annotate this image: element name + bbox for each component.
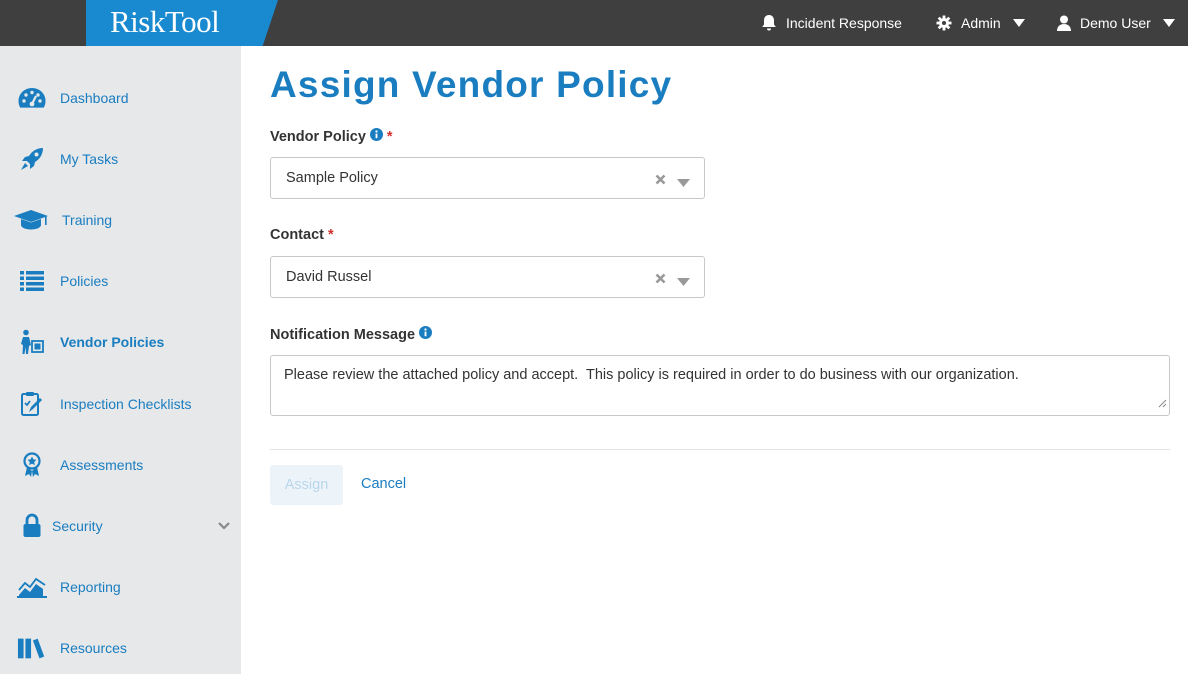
page-title: Assign Vendor Policy (270, 64, 673, 105)
chevron-down-icon[interactable] (218, 517, 230, 535)
sidebar-item-label: Assessments (60, 456, 144, 473)
sidebar-item-label: Dashboard (60, 89, 129, 106)
notification-message-value: Please review the attached policy and ac… (284, 367, 1019, 383)
admin-menu[interactable]: Admin (936, 0, 1025, 46)
notification-message-label-text: Notification Message (270, 326, 416, 343)
vendor-policy-label-text: Vendor Policy (270, 128, 366, 145)
sidebar: Dashboard My Tasks Training Policies Ven… (0, 46, 241, 674)
sidebar-item-my-tasks[interactable]: My Tasks (0, 128, 241, 189)
contact-label-text: Contact (270, 227, 324, 243)
admin-label: Admin (961, 15, 1001, 31)
sidebar-item-inspection-checklists[interactable]: Inspection Checklists (0, 373, 241, 434)
lock-icon (17, 513, 47, 539)
contact-select[interactable]: David Russel (270, 256, 705, 298)
logo[interactable]: RiskTool (86, 0, 278, 46)
user-icon (1057, 15, 1071, 31)
vendor-policy-label: Vendor Policy * (270, 128, 393, 145)
sidebar-item-label: Reporting (60, 578, 121, 595)
chevron-down-icon (1162, 19, 1175, 27)
sidebar-item-label: Vendor Policies (60, 333, 165, 350)
sidebar-item-label: Policies (60, 272, 109, 289)
required-marker: * (327, 227, 334, 243)
sidebar-item-label: Security (52, 517, 103, 534)
cancel-button[interactable]: Cancel (361, 476, 406, 492)
top-bar: RiskTool Incident Response Admin Demo Us… (0, 0, 1188, 46)
notification-message-textarea[interactable]: Please review the attached policy and ac… (270, 355, 1170, 416)
divider (270, 449, 1170, 450)
incident-response-label: Incident Response (786, 15, 902, 31)
sidebar-item-label: Training (62, 211, 113, 228)
sidebar-item-training[interactable]: Training (0, 189, 241, 250)
contact-value: David Russel (286, 269, 372, 285)
dropdown-arrow-icon[interactable] (677, 273, 690, 291)
sidebar-item-reporting[interactable]: Reporting (0, 556, 241, 617)
notification-message-label: Notification Message (270, 326, 433, 343)
vendor-policy-select[interactable]: Sample Policy (270, 157, 705, 199)
sidebar-item-assessments[interactable]: Assessments (0, 434, 241, 495)
dropdown-arrow-icon[interactable] (677, 174, 690, 192)
sidebar-item-dashboard[interactable]: Dashboard (0, 67, 241, 128)
gear-icon (936, 15, 952, 31)
sidebar-item-policies[interactable]: Policies (0, 250, 241, 311)
incident-response-menu[interactable]: Incident Response (761, 0, 902, 46)
resize-handle-icon[interactable] (1158, 395, 1167, 413)
checklist-icon (17, 391, 47, 417)
info-icon[interactable] (369, 128, 383, 145)
sidebar-item-label: Inspection Checklists (60, 395, 192, 412)
info-icon[interactable] (419, 326, 433, 343)
vendor-icon (17, 329, 47, 355)
clear-icon[interactable] (655, 172, 666, 190)
books-icon (17, 635, 47, 661)
assign-button[interactable]: Assign (270, 465, 343, 505)
user-label: Demo User (1080, 15, 1151, 31)
required-marker: * (386, 128, 393, 145)
graduation-cap-icon (13, 207, 49, 233)
sidebar-item-label: Resources (60, 639, 127, 656)
vendor-policy-value: Sample Policy (286, 170, 378, 186)
award-icon (17, 451, 47, 478)
sidebar-item-label: My Tasks (60, 150, 119, 167)
bell-icon (761, 14, 777, 32)
user-menu[interactable]: Demo User (1057, 0, 1175, 46)
chevron-down-icon (1012, 19, 1025, 27)
rocket-icon (17, 146, 47, 172)
list-icon (17, 268, 47, 294)
clear-icon[interactable] (655, 271, 666, 289)
sidebar-item-resources[interactable]: Resources (0, 617, 241, 678)
chart-icon (17, 574, 47, 600)
contact-label: Contact * (270, 227, 334, 243)
sidebar-item-security[interactable]: Security (0, 495, 241, 556)
sidebar-item-vendor-policies[interactable]: Vendor Policies (0, 311, 241, 372)
logo-text: RiskTool (110, 4, 220, 39)
dashboard-icon (17, 85, 47, 111)
